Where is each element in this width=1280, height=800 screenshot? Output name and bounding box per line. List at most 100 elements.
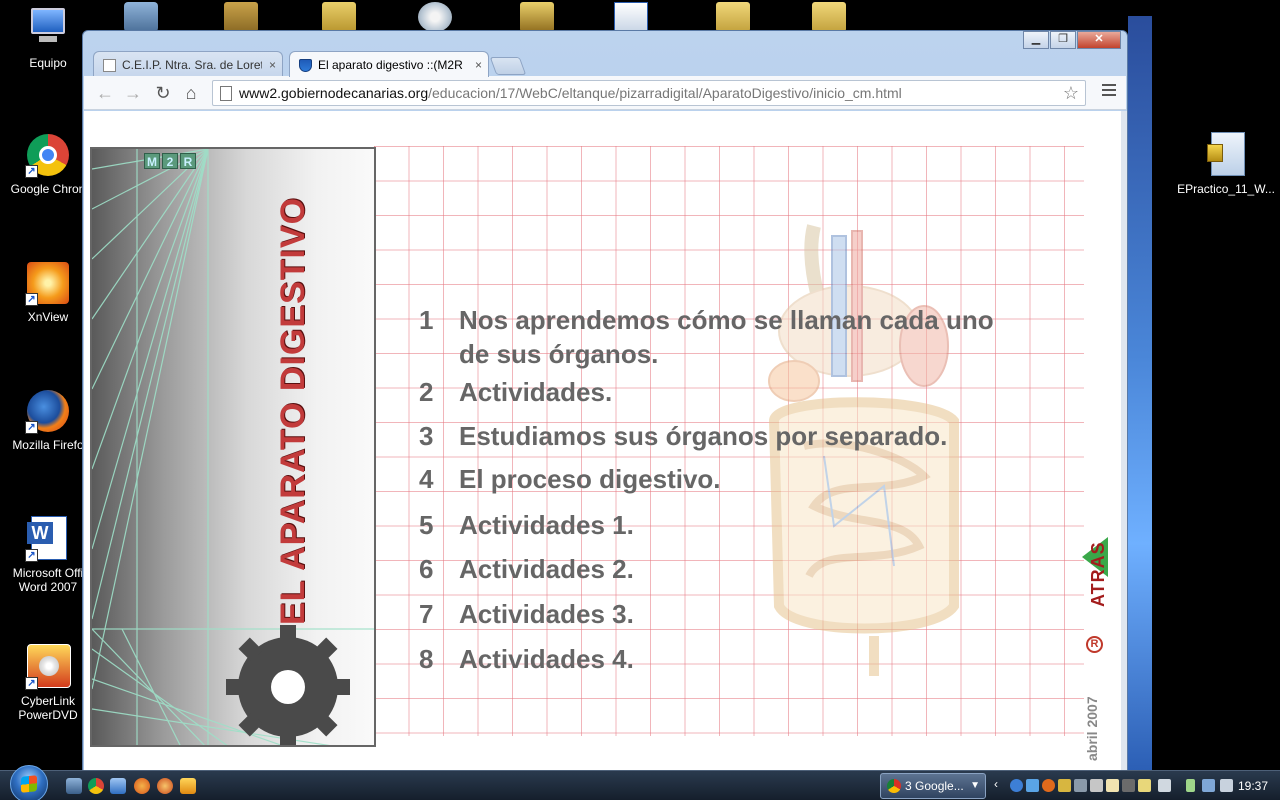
- media-player-icon[interactable]: [180, 778, 196, 794]
- close-window-button[interactable]: ✕: [1077, 31, 1121, 49]
- taskbar-button-label: 3 Google...: [905, 779, 964, 793]
- tab-title: El aparato digestivo ::(M2R: [318, 58, 463, 72]
- tab-title: C.E.I.P. Ntra. Sra. de Loreto: [122, 58, 262, 72]
- shield-favicon-icon: [299, 59, 312, 72]
- address-bar[interactable]: www2.gobiernodecanarias.org/educacion/17…: [212, 80, 1086, 106]
- menu-item-label: Actividades 2.: [459, 554, 634, 584]
- folder-icon[interactable]: [520, 2, 554, 32]
- tray-app-icon[interactable]: [1042, 779, 1055, 792]
- disc-icon[interactable]: [418, 2, 452, 32]
- window-controls: ▁ ❐ ✕: [1022, 31, 1121, 49]
- browser-toolbar: ← → ↻ ⌂ www2.gobiernodecanarias.org/educ…: [84, 76, 1126, 110]
- computer-icon: [25, 6, 71, 52]
- tab-close-icon[interactable]: ×: [475, 52, 482, 77]
- clock[interactable]: 19:37: [1238, 771, 1268, 800]
- word-document-icon[interactable]: [614, 2, 648, 32]
- date-label: abril 2007: [1084, 696, 1100, 761]
- folder-icon[interactable]: [812, 2, 846, 32]
- maximize-button[interactable]: ❐: [1050, 31, 1076, 49]
- desktop-icon-powerdvd[interactable]: ↗ CyberLink PowerDVD: [2, 644, 94, 722]
- perspective-lines-graphic: [92, 149, 374, 745]
- new-tab-button[interactable]: [489, 57, 527, 75]
- forward-icon[interactable]: →: [122, 82, 144, 104]
- desktop-icon-epractico[interactable]: EPractico_11_W...: [1176, 132, 1276, 196]
- show-hidden-icons-icon[interactable]: ‹: [994, 777, 998, 791]
- logo-letter: M: [144, 153, 160, 169]
- desktop-icon-label: Google Chron: [10, 182, 86, 196]
- desktop-icon-top-1[interactable]: [124, 2, 158, 32]
- desktop-icon-label: Mozilla Firefo: [12, 438, 84, 452]
- desktop-icon-xnview[interactable]: ↗ XnView: [2, 260, 94, 324]
- battery-icon[interactable]: [1186, 779, 1195, 792]
- url-text: www2.gobiernodecanarias.org/educacion/17…: [239, 81, 902, 105]
- menu-item-number: 6: [419, 554, 434, 584]
- start-button[interactable]: [10, 765, 48, 800]
- shortcut-arrow-icon: ↗: [25, 421, 38, 434]
- desktop-icon-label: XnView: [27, 310, 69, 324]
- system-tray: ‹ 19:37: [994, 771, 1280, 800]
- reload-icon[interactable]: ↻: [152, 82, 174, 104]
- page-icon: [103, 59, 116, 72]
- menu-item-number: 4: [419, 464, 434, 494]
- folder-icon[interactable]: [322, 2, 356, 32]
- explorer-icon[interactable]: [110, 778, 126, 794]
- page-icon: [220, 86, 232, 101]
- menu-item-label-line2: de sus órganos.: [459, 339, 659, 369]
- desktop: Equipo ↗ Google Chron ↗ XnView ↗ Mozilla…: [0, 0, 1280, 770]
- word-icon: W ↗: [25, 516, 71, 562]
- shortcut-arrow-icon: ↗: [25, 165, 38, 178]
- desktop-icon-word[interactable]: W ↗ Microsoft Offi Word 2007: [2, 516, 94, 594]
- tray-app-icon[interactable]: [1026, 779, 1039, 792]
- firefox-icon[interactable]: [134, 778, 150, 794]
- zip-file-icon: [1203, 132, 1249, 178]
- xnview-icon: ↗: [25, 260, 71, 306]
- menu-item-label: Actividades 3.: [459, 599, 634, 629]
- folder-icon[interactable]: [716, 2, 750, 32]
- home-icon[interactable]: ⌂: [180, 82, 202, 104]
- desktop-icon-chrome[interactable]: ↗ Google Chron: [2, 132, 94, 196]
- url-domain: www2.gobiernodecanarias.org: [239, 85, 429, 101]
- firefox-icon[interactable]: [157, 778, 173, 794]
- tray-app-icon[interactable]: [1058, 779, 1071, 792]
- desktop-icon-equipo[interactable]: Equipo: [2, 6, 94, 70]
- desktop-icon-top-2[interactable]: [224, 2, 258, 32]
- book-cover-image: M 2 R EL APARATO DIGESTIVO: [90, 147, 376, 747]
- powerdvd-icon: ↗: [25, 644, 71, 690]
- menu-item-label: Actividades 4.: [459, 644, 634, 674]
- desktop-icon-label: Equipo: [29, 56, 67, 70]
- network-icon[interactable]: [1202, 779, 1215, 792]
- desktop-icon-firefox[interactable]: ↗ Mozilla Firefo: [2, 388, 94, 452]
- windows-logo-icon: [21, 775, 37, 793]
- chrome-icon: [887, 779, 901, 793]
- browser-window: ▁ ❐ ✕ C.E.I.P. Ntra. Sra. de Loreto × El…: [82, 30, 1128, 770]
- chrome-icon[interactable]: [88, 778, 104, 794]
- menu-item-number: 5: [419, 510, 434, 540]
- show-desktop-icon[interactable]: [66, 778, 82, 794]
- network-globe-icon[interactable]: [1010, 779, 1023, 792]
- tray-app-icon[interactable]: [1106, 779, 1119, 792]
- bookmark-star-icon[interactable]: ☆: [1063, 83, 1079, 104]
- web-page: M 2 R EL APARATO DIGESTIVO 1 Nos aprende…: [84, 111, 1122, 770]
- back-button[interactable]: ATRAS: [1082, 521, 1116, 611]
- tray-app-icon[interactable]: [1138, 779, 1151, 792]
- minimize-button[interactable]: ▁: [1023, 31, 1049, 49]
- browser-menu-icon[interactable]: [1102, 84, 1116, 99]
- back-label: ATRAS: [1088, 541, 1108, 607]
- tab-close-icon[interactable]: ×: [269, 52, 276, 77]
- cover-title-text: EL APARATO DIGESTIVO: [274, 196, 312, 625]
- tray-app-icon[interactable]: [1158, 779, 1171, 792]
- tray-app-icon[interactable]: [1074, 779, 1087, 792]
- tab-strip: C.E.I.P. Ntra. Sra. de Loreto × El apara…: [93, 49, 1093, 77]
- tab-aparato-digestivo[interactable]: El aparato digestivo ::(M2R ×: [289, 51, 489, 77]
- volume-icon[interactable]: [1220, 779, 1233, 792]
- gear-icon: [226, 625, 350, 745]
- back-icon[interactable]: ←: [94, 82, 116, 104]
- chevron-down-icon: ▼: [970, 780, 980, 791]
- cover-title: EL APARATO DIGESTIVO: [270, 165, 312, 625]
- url-path: /educacion/17/WebC/eltanque/pizarradigit…: [428, 85, 902, 101]
- tray-app-icon[interactable]: [1090, 779, 1103, 792]
- taskbar-button-chrome[interactable]: 3 Google... ▼: [880, 773, 986, 799]
- page-scrollbar[interactable]: [1121, 111, 1127, 770]
- tray-app-icon[interactable]: [1122, 779, 1135, 792]
- tab-loreto[interactable]: C.E.I.P. Ntra. Sra. de Loreto ×: [93, 51, 283, 77]
